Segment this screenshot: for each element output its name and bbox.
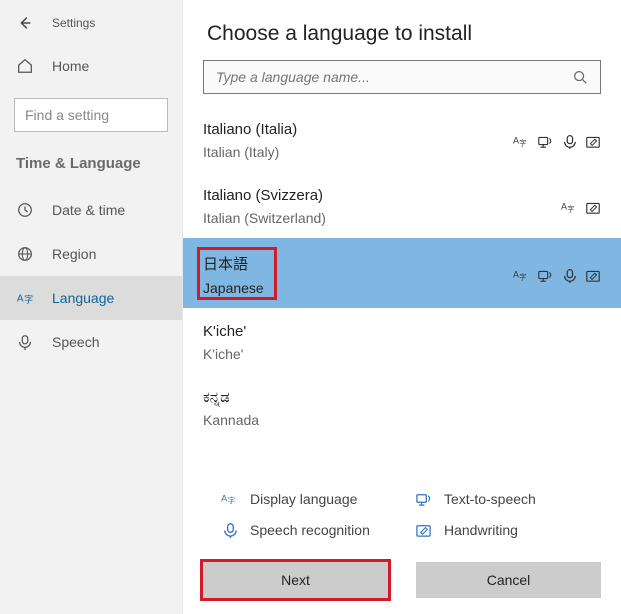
sidebar-home-label: Home (52, 58, 89, 74)
section-label: Time & Language (0, 142, 182, 182)
language-item[interactable]: ಕನ್ನಡ Kannada (183, 374, 621, 440)
sidebar-item-date-time[interactable]: Date & time (0, 188, 182, 232)
home-icon (16, 57, 34, 75)
language-english-name: Italian (Italy) (203, 144, 513, 160)
speech-icon (561, 133, 577, 149)
sidebar-home[interactable]: Home (0, 44, 182, 88)
legend-label: Handwriting (444, 522, 518, 538)
language-item[interactable]: Italiano (Italia) Italian (Italy) (183, 106, 621, 172)
next-button[interactable]: Next (203, 562, 388, 598)
sidebar-item-speech[interactable]: Speech (0, 320, 182, 364)
sidebar-item-language[interactable]: Language (0, 276, 182, 320)
legend-handwriting: Handwriting (415, 521, 599, 538)
handwriting-icon (415, 521, 432, 538)
feature-legend: Display language Text-to-speech Speech r… (183, 474, 621, 552)
sidebar: Settings Home Find a setting Time & Lang… (0, 0, 183, 614)
language-english-name: Kannada (203, 412, 601, 428)
feature-icons (561, 199, 601, 215)
speech-recognition-icon (221, 521, 238, 538)
language-english-name: Italian (Switzerland) (203, 210, 561, 226)
handwriting-icon (585, 199, 601, 215)
handwriting-icon (585, 267, 601, 283)
language-native-name: Italiano (Italia) (203, 121, 513, 138)
language-icon (16, 289, 34, 307)
speech-icon (561, 267, 577, 283)
settings-title: Settings (52, 16, 95, 30)
sidebar-item-label: Language (52, 290, 114, 306)
search-icon (572, 69, 588, 85)
find-setting-input[interactable]: Find a setting (14, 98, 168, 132)
language-list: Italiano (Italia)Italian (Italy)Italiano… (183, 106, 621, 474)
sidebar-item-label: Date & time (52, 202, 125, 218)
find-setting-placeholder: Find a setting (25, 107, 109, 123)
text-to-speech-icon (415, 490, 432, 507)
language-native-name: 日本語 (203, 253, 513, 274)
language-english-name: Japanese (203, 280, 513, 296)
legend-tts: Text-to-speech (415, 490, 599, 507)
tts-icon (537, 267, 553, 283)
language-native-name: K'iche' (203, 323, 601, 340)
language-search-box[interactable] (203, 60, 601, 94)
cancel-button[interactable]: Cancel (416, 562, 601, 598)
legend-display: Display language (221, 490, 405, 507)
page-title: Choose a language to install (183, 0, 621, 60)
language-item[interactable]: Italiano (Svizzera) Italian (Switzerland) (183, 172, 621, 238)
language-native-name: ಕನ್ನಡ (203, 389, 601, 406)
tts-icon (537, 133, 553, 149)
mic-icon (16, 333, 34, 351)
sidebar-item-region[interactable]: Region (0, 232, 182, 276)
legend-label: Display language (250, 491, 357, 507)
legend-label: Text-to-speech (444, 491, 536, 507)
back-icon[interactable] (16, 14, 34, 32)
language-english-name: K'iche' (203, 346, 601, 362)
globe-icon (16, 245, 34, 263)
language-item[interactable]: K'iche' K'iche' (183, 308, 621, 374)
sidebar-item-label: Region (52, 246, 96, 262)
feature-icons (513, 133, 601, 149)
clock-icon (16, 201, 34, 219)
feature-icons (513, 267, 601, 283)
language-native-name: Italiano (Svizzera) (203, 187, 561, 204)
language-item[interactable]: 日本語 Japanese (183, 238, 621, 308)
display-icon (561, 199, 577, 215)
legend-label: Speech recognition (250, 522, 370, 538)
legend-speech: Speech recognition (221, 521, 405, 538)
sidebar-item-label: Speech (52, 334, 99, 350)
main-panel: Choose a language to install Italiano (I… (183, 0, 621, 614)
display-language-icon (221, 490, 238, 507)
language-search-input[interactable] (216, 69, 572, 85)
handwriting-icon (585, 133, 601, 149)
display-icon (513, 267, 529, 283)
display-icon (513, 133, 529, 149)
